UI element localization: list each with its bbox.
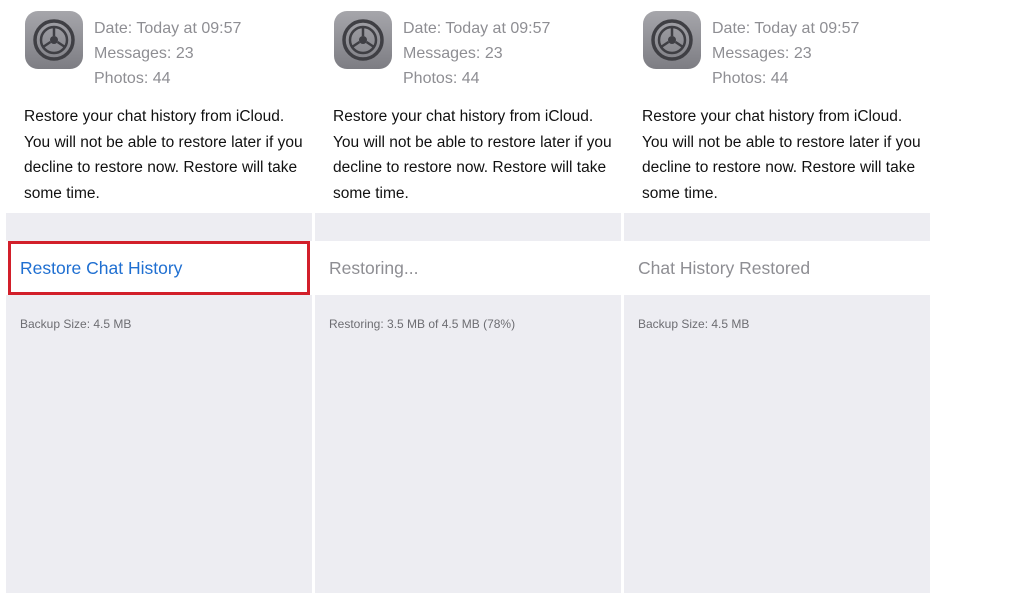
backup-info-section: Date: Today at 09:57 Messages: 23 Photos… [624,0,930,213]
restore-description: Restore your chat history from iCloud. Y… [333,108,612,202]
settings-gear-icon [643,11,701,69]
restore-description: Restore your chat history from iCloud. Y… [642,108,921,202]
backup-date: Date: Today at 09:57 [94,20,242,37]
chat-history-restored-label: Chat History Restored [638,257,811,278]
backup-messages-count: Messages: 23 [403,45,503,62]
restoring-status-row: Restoring... [315,241,621,295]
backup-size-label: Backup Size: 4.5 MB [20,317,132,331]
backup-size-label: Backup Size: 4.5 MB [638,317,750,331]
chat-history-restored-row: Chat History Restored [624,241,930,295]
restore-panel-3: Date: Today at 09:57 Messages: 23 Photos… [624,0,930,593]
backup-meta: Date: Today at 09:57 Messages: 23 Photos… [403,16,550,91]
backup-info-section: Date: Today at 09:57 Messages: 23 Photos… [315,0,621,213]
restore-panel-1: Date: Today at 09:57 Messages: 23 Photos… [6,0,312,593]
restore-progress-label: Restoring: 3.5 MB of 4.5 MB (78%) [329,317,516,331]
restore-panels: Date: Today at 09:57 Messages: 23 Photos… [6,0,930,593]
restore-chat-history-label: Restore Chat History [20,257,183,278]
backup-messages-count: Messages: 23 [94,45,194,62]
backup-date: Date: Today at 09:57 [712,20,860,37]
backup-info-section: Date: Today at 09:57 Messages: 23 Photos… [6,0,312,213]
restoring-label: Restoring... [329,257,419,278]
backup-messages-count: Messages: 23 [712,45,812,62]
backup-meta: Date: Today at 09:57 Messages: 23 Photos… [712,16,859,91]
backup-date: Date: Today at 09:57 [403,20,551,37]
restore-panel-2: Date: Today at 09:57 Messages: 23 Photos… [315,0,621,593]
settings-gear-icon [25,11,83,69]
restore-description: Restore your chat history from iCloud. Y… [24,108,303,202]
backup-photos-count: Photos: 44 [94,70,171,87]
settings-gear-icon [334,11,392,69]
backup-meta: Date: Today at 09:57 Messages: 23 Photos… [94,16,241,91]
backup-photos-count: Photos: 44 [403,70,480,87]
restore-chat-history-button[interactable]: Restore Chat History [6,241,312,295]
backup-photos-count: Photos: 44 [712,70,789,87]
